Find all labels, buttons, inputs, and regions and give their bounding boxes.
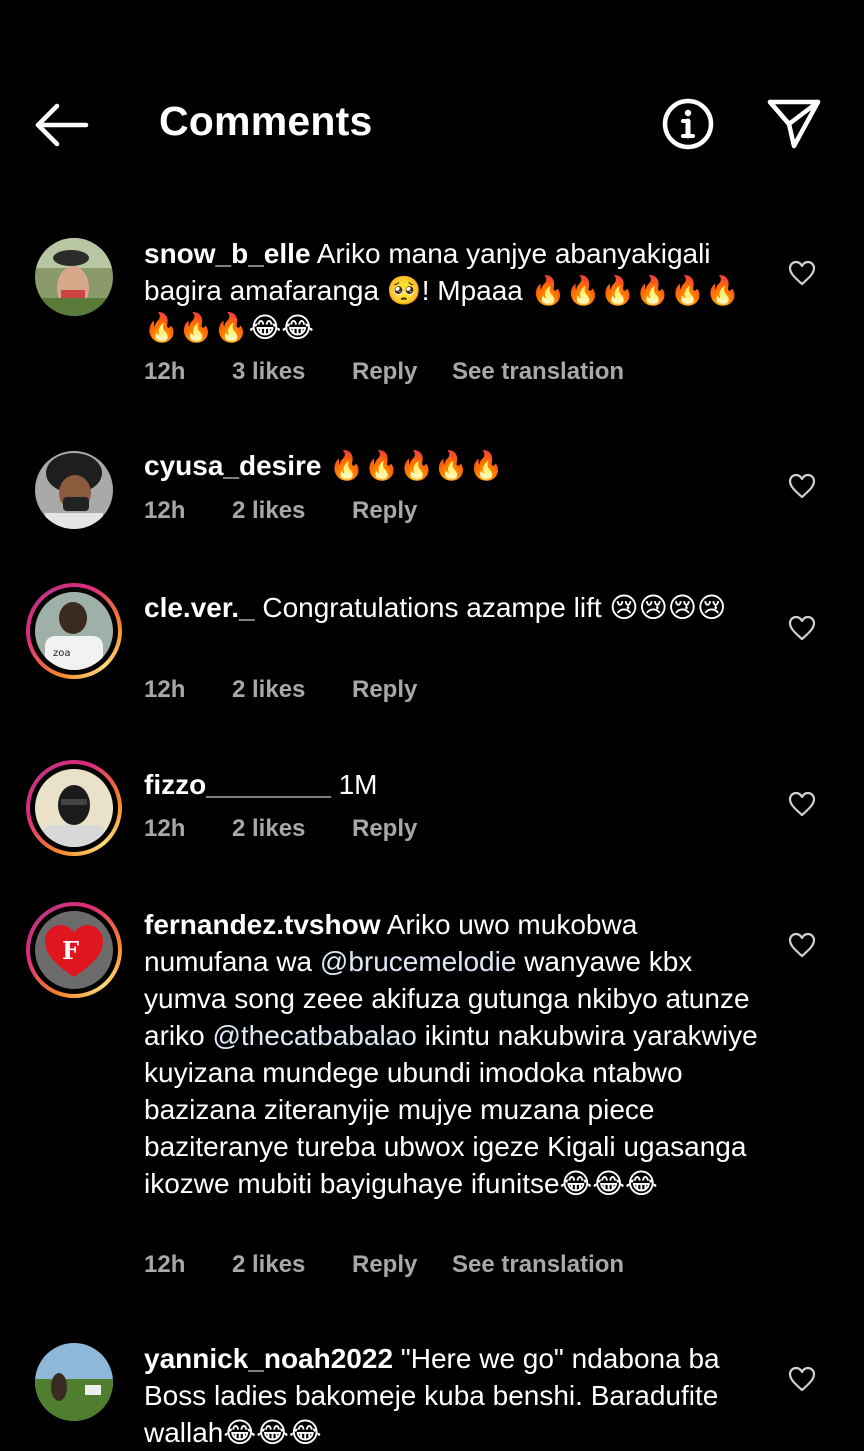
comment-time: 12h — [144, 497, 186, 524]
mention-link[interactable]: @thecatbabalao — [212, 1020, 416, 1051]
heart-outline-icon — [788, 615, 816, 641]
heart-outline-icon — [788, 473, 816, 499]
reply-button[interactable]: Reply — [352, 815, 452, 843]
info-button[interactable] — [660, 96, 716, 152]
comment-username[interactable]: fizzo________ — [144, 769, 331, 800]
comment-text: snow_b_elle Ariko mana yanjye abanyakiga… — [144, 235, 764, 346]
top-bar: Comments — [0, 0, 864, 190]
comment-likes[interactable]: 2 likes — [232, 497, 352, 525]
mention-link[interactable]: @brucemelodie — [320, 946, 517, 977]
page-title: Comments — [159, 98, 373, 144]
svg-text:F: F — [62, 936, 79, 965]
comment-text: yannick_noah2022 "Here we go" ndabona ba… — [144, 1340, 764, 1451]
comment-text: fernandez.tvshow Ariko uwo mukobwa numuf… — [144, 906, 764, 1202]
comment-meta: 12h 2 likes Reply See translation — [144, 1251, 624, 1279]
comment-content: 1M — [330, 769, 378, 800]
back-button[interactable] — [30, 100, 90, 150]
reply-button[interactable]: Reply — [352, 497, 452, 525]
comment-time: 12h — [144, 815, 186, 842]
comment-likes[interactable]: 2 likes — [232, 815, 352, 843]
heart-outline-icon — [788, 791, 816, 817]
comment-content: Congratulations azampe lift 😢😢😢😢 — [254, 592, 727, 623]
like-button[interactable] — [788, 615, 816, 641]
like-button[interactable] — [788, 791, 816, 817]
comment-username[interactable]: cle.ver._ — [144, 592, 255, 623]
comment-username[interactable]: yannick_noah2022 — [144, 1343, 393, 1374]
paper-plane-icon — [767, 99, 821, 149]
comment-text: cle.ver._ Congratulations azampe lift 😢😢… — [144, 589, 764, 626]
avatar-story-ring[interactable]: zoa — [26, 583, 122, 679]
see-translation-button[interactable]: See translation — [452, 1251, 624, 1279]
comment-likes[interactable]: 3 likes — [232, 358, 352, 386]
comment-meta: 12h 2 likes Reply — [144, 676, 452, 704]
comment-time: 12h — [144, 358, 186, 385]
comment-username[interactable]: fernandez.tvshow — [144, 909, 380, 940]
reply-button[interactable]: Reply — [352, 358, 452, 386]
avatar[interactable] — [26, 229, 122, 325]
reply-button[interactable]: Reply — [352, 676, 452, 704]
arrow-left-icon — [35, 103, 89, 147]
avatar-story-ring[interactable]: F — [26, 902, 122, 998]
heart-outline-icon — [788, 260, 816, 286]
reply-button[interactable]: Reply — [352, 1251, 452, 1279]
comment-meta: 12h 2 likes Reply — [144, 497, 452, 525]
like-button[interactable] — [788, 932, 816, 958]
comment-content: 🔥🔥🔥🔥🔥 — [321, 450, 504, 481]
comment-time: 12h — [144, 1251, 186, 1278]
comment-username[interactable]: cyusa_desire — [144, 450, 321, 481]
avatar[interactable] — [26, 1334, 122, 1430]
like-button[interactable] — [788, 1366, 816, 1392]
comment-username[interactable]: snow_b_elle — [144, 238, 311, 269]
svg-text:zoa: zoa — [53, 648, 71, 659]
avatar-story-ring[interactable] — [26, 760, 122, 856]
avatar[interactable] — [26, 442, 122, 538]
heart-outline-icon — [788, 1366, 816, 1392]
comment-text: cyusa_desire 🔥🔥🔥🔥🔥 — [144, 447, 764, 484]
share-button[interactable] — [764, 96, 824, 152]
like-button[interactable] — [788, 260, 816, 286]
comment-meta: 12h 3 likes Reply See translation — [144, 358, 624, 386]
comment-meta: 12h 2 likes Reply — [144, 815, 452, 843]
comment-time: 12h — [144, 676, 186, 703]
heart-outline-icon — [788, 932, 816, 958]
comment-likes[interactable]: 2 likes — [232, 676, 352, 704]
comment-likes[interactable]: 2 likes — [232, 1251, 352, 1279]
comment-text: fizzo________ 1M — [144, 766, 764, 803]
like-button[interactable] — [788, 473, 816, 499]
info-icon — [662, 98, 714, 150]
see-translation-button[interactable]: See translation — [452, 358, 624, 386]
